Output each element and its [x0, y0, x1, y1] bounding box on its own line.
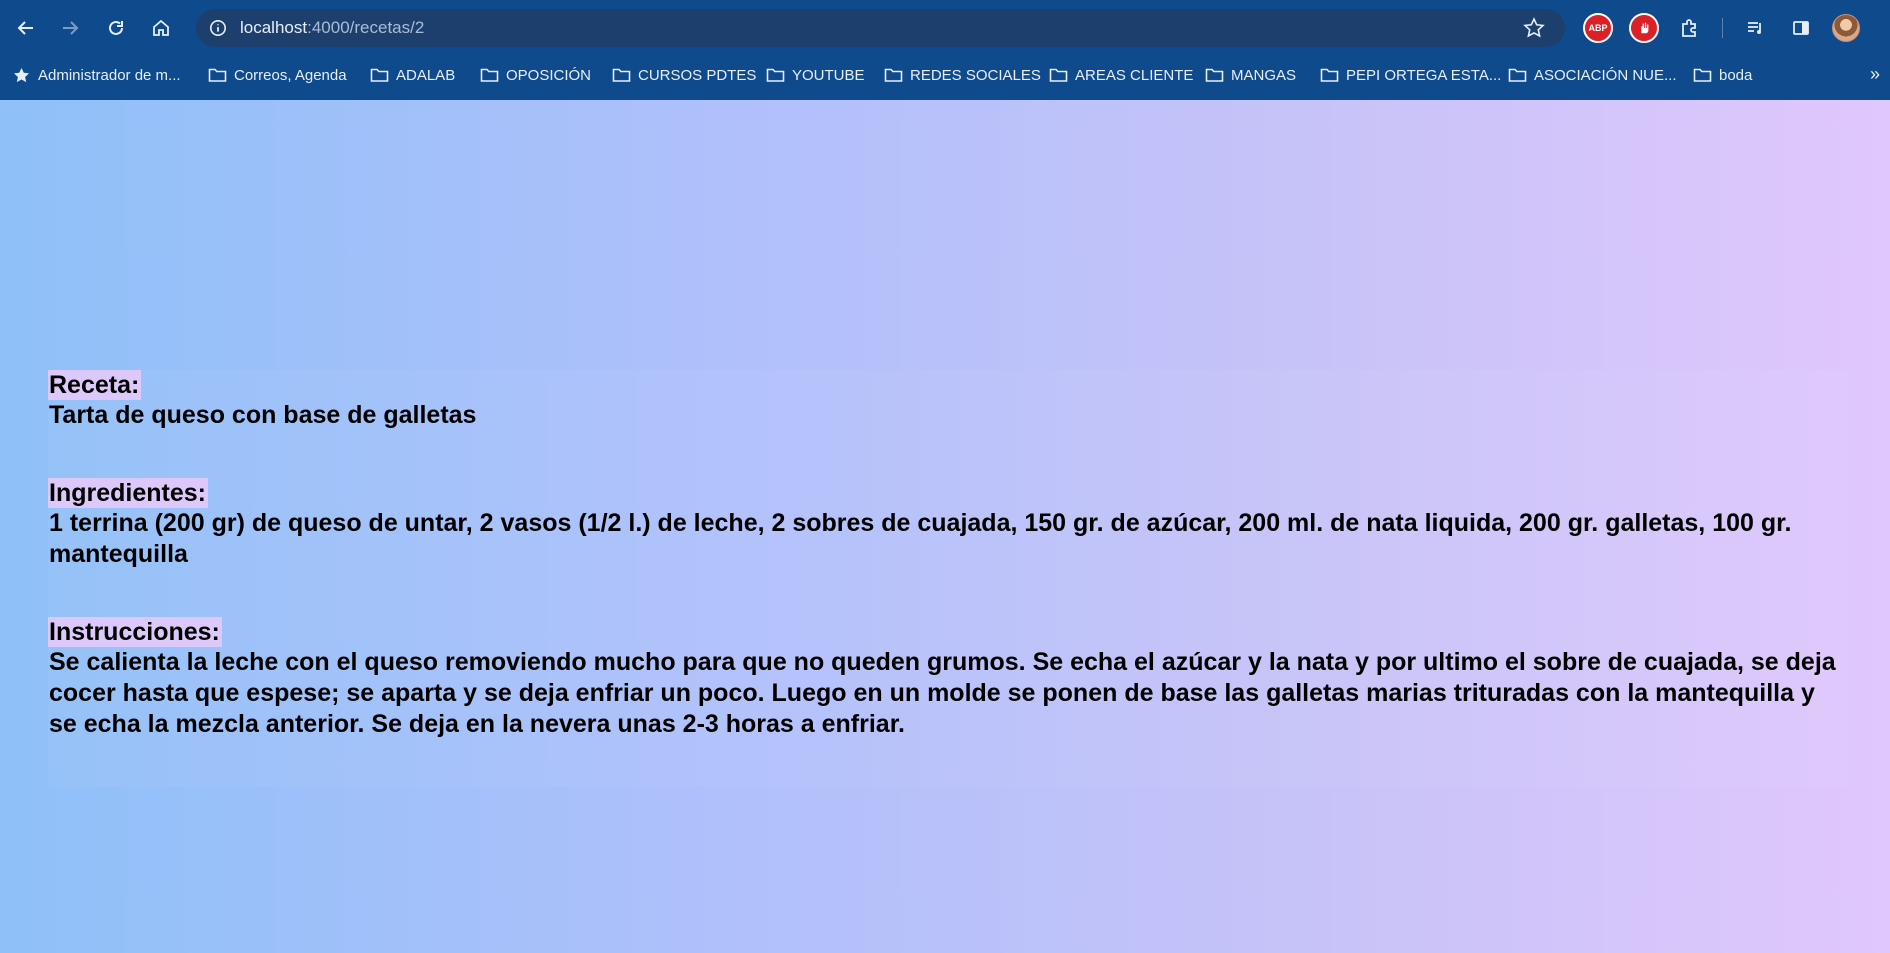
- url-text[interactable]: localhost:4000/recetas/2: [240, 18, 424, 38]
- bookmark-label: ASOCIACIÓN NUE...: [1534, 66, 1677, 84]
- forward-button[interactable]: [54, 12, 86, 44]
- instructions-text: Se calienta la leche con el queso removi…: [49, 648, 1836, 738]
- folder-icon: [1205, 68, 1224, 82]
- bookmark-item[interactable]: Administrador de m...: [12, 64, 181, 86]
- bookmark-item[interactable]: ADALAB: [370, 64, 455, 86]
- bookmark-label: MANGAS: [1231, 66, 1297, 84]
- folder-icon: [1693, 68, 1712, 82]
- home-button[interactable]: [145, 12, 177, 44]
- arrow-right-icon: [63, 21, 79, 35]
- bookmark-item[interactable]: CURSOS PDTES: [612, 64, 756, 86]
- bookmark-item[interactable]: ASOCIACIÓN NUE...: [1508, 64, 1677, 86]
- page-content: Receta: Tarta de queso con base de galle…: [0, 100, 1890, 953]
- bookmarks-bar: Administrador de m... Correos, Agenda ADAL…: [0, 60, 1890, 90]
- bookmark-label: PEPI ORTEGA ESTA...: [1346, 66, 1502, 84]
- bookmark-item[interactable]: PEPI ORTEGA ESTA...: [1320, 64, 1501, 86]
- profile-avatar[interactable]: [1832, 14, 1860, 42]
- bookmark-label: CURSOS PDTES: [638, 66, 757, 84]
- bookmark-star-icon[interactable]: [1523, 17, 1545, 39]
- instructions-section: Instrucciones: Se calienta la leche con …: [48, 617, 1848, 740]
- folder-icon: [370, 68, 389, 82]
- bookmarks-overflow-button[interactable]: »: [1870, 64, 1880, 85]
- ingredients-text: 1 terrina (200 gr) de queso de untar, 2 …: [49, 509, 1792, 568]
- side-panel-icon[interactable]: [1786, 13, 1816, 43]
- toolbar-separator: [1722, 18, 1723, 38]
- stop-hand-extension-icon[interactable]: [1629, 13, 1659, 43]
- reload-button[interactable]: [100, 12, 132, 44]
- bookmark-label: boda: [1719, 66, 1753, 84]
- bookmark-item[interactable]: MANGAS: [1205, 64, 1296, 86]
- site-info-icon[interactable]: [206, 16, 230, 40]
- folder-icon: [766, 68, 785, 82]
- ingredients-label: Ingredientes:: [48, 478, 208, 508]
- media-control-icon[interactable]: [1740, 13, 1770, 43]
- folder-icon: [480, 68, 499, 82]
- folder-icon: [884, 68, 903, 82]
- folder-icon: [1049, 68, 1068, 82]
- url-path: :4000/recetas/2: [307, 18, 425, 37]
- bookmark-label: OPOSICIÓN: [506, 66, 592, 84]
- bookmark-item[interactable]: Correos, Agenda: [208, 64, 347, 86]
- folder-icon: [1320, 68, 1339, 82]
- adblock-plus-icon[interactable]: ABP: [1583, 13, 1613, 43]
- reload-icon: [109, 20, 123, 35]
- folder-icon: [1508, 68, 1527, 82]
- recipe-name: Tarta de queso con base de galletas: [49, 401, 477, 429]
- bookmark-label: AREAS CLIENTE: [1075, 66, 1194, 84]
- ingredients-section: Ingredientes: 1 terrina (200 gr) de ques…: [48, 478, 1848, 570]
- back-button[interactable]: [10, 12, 42, 44]
- instructions-label: Instrucciones:: [48, 617, 222, 647]
- arrow-left-icon: [17, 21, 33, 35]
- recipe-container: Receta: Tarta de queso con base de galle…: [48, 370, 1848, 787]
- bookmark-item[interactable]: OPOSICIÓN: [480, 64, 591, 86]
- browser-toolbar: localhost:4000/recetas/2 ABP: [0, 0, 1890, 56]
- bookmark-label: Administrador de m...: [38, 66, 181, 84]
- star-icon: [14, 68, 29, 83]
- bookmark-label: Correos, Agenda: [234, 66, 347, 84]
- home-icon: [153, 19, 169, 36]
- address-bar[interactable]: localhost:4000/recetas/2: [196, 9, 1565, 47]
- browser-chrome: localhost:4000/recetas/2 ABP Administrad…: [0, 0, 1890, 100]
- bookmark-label: ADALAB: [396, 66, 456, 84]
- extensions-puzzle-icon[interactable]: [1674, 13, 1704, 43]
- bookmark-item[interactable]: YOUTUBE: [766, 64, 865, 86]
- bookmark-item[interactable]: AREAS CLIENTE: [1049, 64, 1193, 86]
- folder-icon: [208, 68, 227, 82]
- bookmark-label: REDES SOCIALES: [910, 66, 1041, 84]
- bookmark-label: YOUTUBE: [792, 66, 865, 84]
- bookmark-item[interactable]: boda: [1693, 64, 1752, 86]
- url-host: localhost: [240, 18, 308, 37]
- folder-icon: [612, 68, 631, 82]
- recipe-name-section: Receta: Tarta de queso con base de galle…: [48, 370, 1848, 431]
- recipe-name-label: Receta:: [48, 370, 142, 400]
- bookmark-item[interactable]: REDES SOCIALES: [884, 64, 1041, 86]
